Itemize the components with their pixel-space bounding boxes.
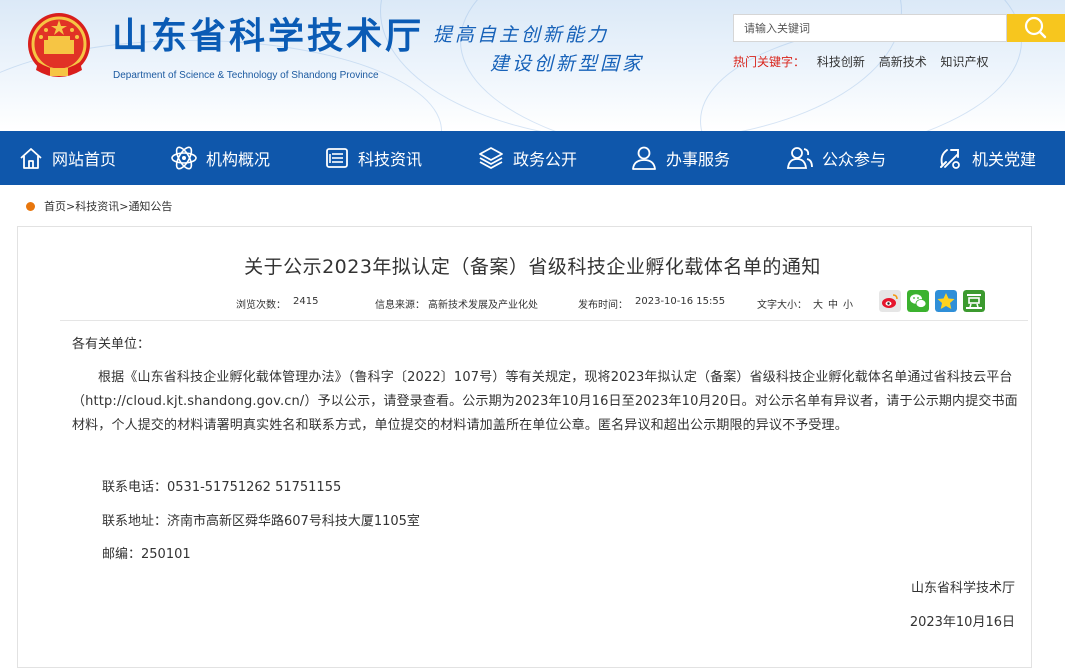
- nav-item-label: 政务公开: [513, 150, 578, 169]
- user-service-icon: [632, 146, 656, 170]
- news-icon: [326, 148, 348, 168]
- breadcrumb-separator: >: [119, 199, 129, 213]
- breadcrumb-separator: >: [66, 199, 76, 213]
- nav-item-label: 办事服务: [666, 150, 731, 169]
- meta-divider: [60, 320, 1028, 321]
- nav-item-label: 网站首页: [52, 150, 117, 169]
- article-title: 关于公示2023年拟认定（备案）省级科技企业孵化载体名单的通知: [244, 256, 821, 278]
- breadcrumb-page-link[interactable]: 通知公告: [128, 198, 172, 214]
- font-size-medium-button[interactable]: 中: [828, 296, 838, 311]
- search-button[interactable]: [1007, 14, 1065, 42]
- site-title: 山东省科学技术厅: [112, 15, 425, 57]
- layers-icon: [479, 147, 503, 170]
- article-sign-date: 2023年10月16日: [909, 615, 1015, 630]
- nav-item-services[interactable]: 办事服务: [630, 131, 730, 185]
- hot-keywords-label: 热门关键字：: [733, 55, 806, 69]
- font-size-large-button[interactable]: 大: [813, 296, 823, 311]
- nav-item-label: 机关党建: [972, 150, 1037, 169]
- nav-item-label: 机构概况: [206, 150, 271, 169]
- publish-date: 2023-10-16 15:55: [635, 296, 726, 307]
- breadcrumb-dot-icon: [26, 201, 35, 211]
- breadcrumb-home-link[interactable]: 首页: [44, 198, 66, 214]
- main-nav: 网站首页 机构概况 科技资讯 政务公开 办事服务 公众参与 机关党建: [0, 131, 1065, 185]
- contact-zip: 邮编：250101: [102, 547, 191, 562]
- weibo-icon[interactable]: [879, 290, 901, 312]
- nav-item-government[interactable]: 政务公开: [477, 131, 577, 185]
- party-icon: [940, 149, 960, 169]
- source-value: 高新技术发展及产业化处: [428, 300, 538, 311]
- nav-item-label: 公众参与: [822, 150, 887, 169]
- font-size-small-button[interactable]: 小: [843, 296, 853, 311]
- contact-phone: 联系电话：0531-51751262 51751155: [102, 480, 342, 495]
- nav-item-party[interactable]: 机关党建: [936, 131, 1036, 185]
- atom-icon: [171, 146, 197, 170]
- site-header: 山东省科学技术厅 Department of Science & Technol…: [0, 0, 1065, 131]
- nav-item-public[interactable]: 公众参与: [786, 131, 886, 185]
- font-size-label: 文字大小：: [757, 300, 807, 311]
- article-salutation: 各有关单位：: [72, 337, 151, 352]
- search-input[interactable]: [733, 14, 1007, 42]
- national-emblem-icon: [28, 13, 90, 77]
- nav-item-home[interactable]: 网站首页: [18, 131, 116, 185]
- site-subtitle: Department of Science & Technology of Sh…: [113, 70, 379, 81]
- breadcrumb-section-link[interactable]: 科技资讯: [75, 198, 119, 214]
- hot-keywords: 热门关键字： 科技创新 高新技术 知识产权: [733, 53, 999, 70]
- article-signature: 山东省科学技术厅: [910, 581, 1015, 596]
- slogan-line-1: 提高自主创新能力: [433, 24, 610, 46]
- article-paragraph: 根据《山东省科技企业孵化载体管理办法》（鲁科字〔2022〕107号）等有关规定，…: [72, 370, 1018, 433]
- date-label: 发布时间：: [578, 300, 628, 311]
- hot-keyword-link[interactable]: 科技创新: [817, 55, 865, 69]
- hot-keyword-link[interactable]: 知识产权: [941, 55, 989, 69]
- slogan-line-2: 建设创新型国家: [490, 53, 645, 75]
- qzone-icon[interactable]: [935, 290, 957, 312]
- views-count: 2415: [293, 296, 319, 307]
- douban-icon[interactable]: [963, 290, 985, 312]
- home-icon: [20, 148, 42, 169]
- source-label: 信息来源：: [375, 300, 425, 311]
- contact-address: 联系地址：济南市高新区舜华路607号科技大厦1105室: [102, 514, 420, 529]
- wechat-icon[interactable]: [907, 290, 929, 312]
- users-icon: [786, 147, 813, 169]
- search-icon: [1024, 16, 1047, 39]
- hot-keyword-link[interactable]: 高新技术: [879, 55, 927, 69]
- nav-item-label: 科技资讯: [358, 150, 423, 169]
- views-label: 浏览次数：: [236, 300, 286, 311]
- nav-item-about[interactable]: 机构概况: [170, 131, 270, 185]
- breadcrumb: 首页 > 科技资讯 > 通知公告: [26, 198, 172, 214]
- nav-item-news[interactable]: 科技资讯: [324, 131, 422, 185]
